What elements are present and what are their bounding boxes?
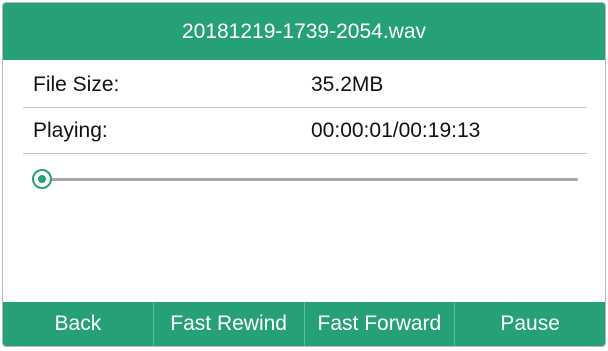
back-button[interactable]: Back <box>3 302 153 346</box>
progress-track <box>33 178 578 181</box>
file-size-row: File Size: 35.2MB <box>23 62 587 108</box>
title-bar: 20181219-1739-2054.wav <box>3 3 605 60</box>
file-size-value: 35.2MB <box>311 72 384 96</box>
softkey-bar: Back Fast Rewind Fast Forward Pause <box>3 302 605 346</box>
playback-screen: 20181219-1739-2054.wav File Size: 35.2MB… <box>2 2 606 347</box>
fast-forward-button[interactable]: Fast Forward <box>303 302 455 346</box>
fast-rewind-button[interactable]: Fast Rewind <box>152 302 304 346</box>
file-name: 20181219-1739-2054.wav <box>181 19 427 43</box>
progress-knob[interactable] <box>32 169 52 189</box>
playing-row: Playing: 00:00:01/00:19:13 <box>23 108 587 154</box>
playing-time: 00:00:01/00:19:13 <box>311 118 481 142</box>
playing-label: Playing: <box>33 118 108 142</box>
playback-progress-slider[interactable] <box>32 167 578 191</box>
pause-button[interactable]: Pause <box>454 302 605 346</box>
file-size-label: File Size: <box>33 72 120 96</box>
